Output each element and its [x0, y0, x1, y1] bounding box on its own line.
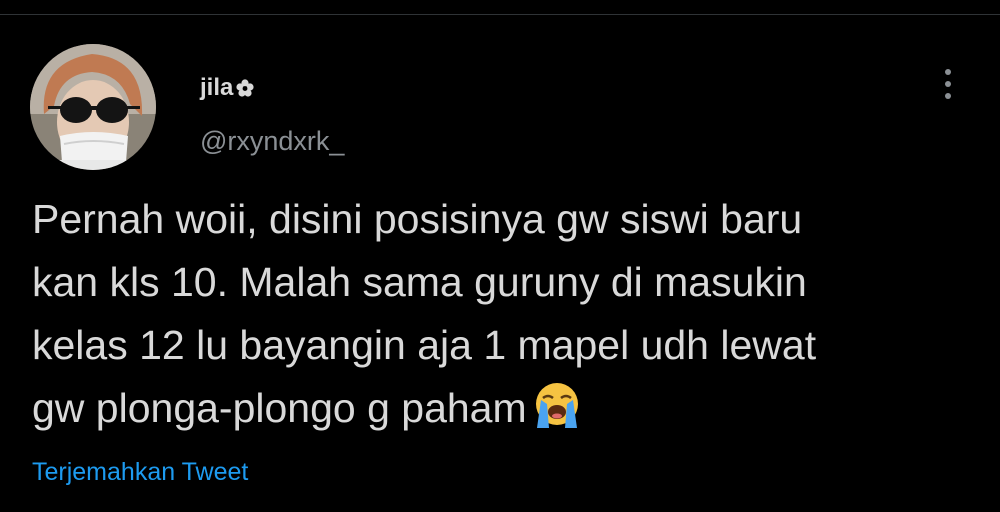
more-options-icon[interactable] — [930, 64, 966, 104]
author-handle[interactable]: @rxyndxrk_ — [200, 126, 344, 157]
tweet-text-line: Pernah woii, disini posisinya gw siswi b… — [32, 196, 803, 242]
tweet-text-line-last: gw plonga-plongo g paham — [32, 377, 972, 440]
top-divider — [0, 14, 1000, 15]
tweet-text-line: kelas 12 lu bayangin aja 1 mapel udh lew… — [32, 322, 817, 368]
tweet-text-line-content: gw plonga-plongo g paham — [32, 385, 527, 431]
avatar-photo — [30, 44, 156, 170]
more-dot — [945, 93, 951, 99]
more-dot — [945, 69, 951, 75]
loudly-crying-face-emoji — [535, 383, 578, 428]
flower-icon — [236, 79, 254, 97]
tweet-text-line: kan kls 10. Malah sama guruny di masukin — [32, 259, 807, 305]
display-name-text: jila — [200, 74, 234, 101]
more-dot — [945, 81, 951, 87]
avatar[interactable] — [30, 44, 156, 170]
author-display-name[interactable]: jila — [200, 74, 255, 102]
translate-tweet-link[interactable]: Terjemahkan Tweet — [32, 458, 248, 487]
tweet-text: Pernah woii, disini posisinya gw siswi b… — [32, 188, 972, 440]
